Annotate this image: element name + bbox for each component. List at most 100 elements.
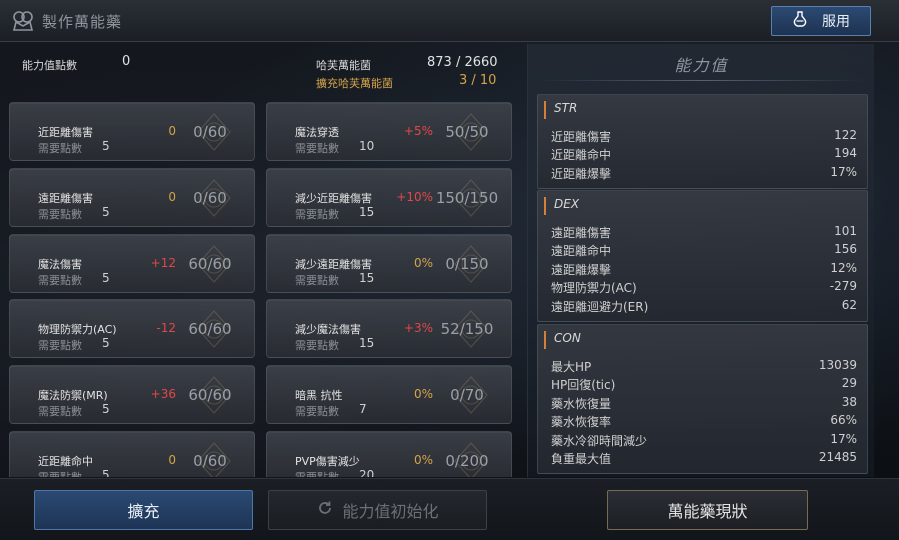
stat-row: 藥水恢復量 38 — [551, 395, 857, 413]
use-button[interactable]: 服用 — [771, 6, 871, 36]
required-points-label: 需要點數 — [295, 339, 339, 352]
title-bar: 製作萬能藥 服用 — [0, 0, 899, 42]
reset-stats-button[interactable]: 能力值初始化 — [268, 490, 487, 530]
stat-card-ratio: 0/60 — [193, 452, 227, 470]
stat-row: HP回復(tic) 29 — [551, 376, 857, 394]
stat-row-label: 最大HP — [551, 360, 592, 374]
expand-button-label: 擴充 — [127, 502, 160, 521]
stat-row: 物理防禦力(AC) -279 — [551, 279, 857, 297]
stat-row-value: 17% — [830, 431, 857, 446]
stat-section-heading: CON — [544, 331, 581, 349]
stat-card[interactable]: 減少魔法傷害 +3% 52/150 需要點數 15 — [266, 299, 512, 358]
stat-row: 近距離傷害 122 — [551, 128, 857, 146]
extend-count-value: 3 / 10 — [459, 73, 497, 88]
potion-status-label: 萬能藥現狀 — [667, 502, 748, 521]
potion-status-button[interactable]: 萬能藥現狀 — [607, 490, 808, 530]
stat-card[interactable]: 物理防禦力(AC) -12 60/60 需要點數 5 — [9, 299, 255, 358]
required-points-label: 需要點數 — [38, 208, 82, 221]
stat-row-label: 遠距離迴避力(ER) — [551, 299, 649, 314]
required-points-value: 5 — [102, 205, 110, 219]
stat-card[interactable]: 減少近距離傷害 +10% 150/150 需要點數 15 — [266, 168, 512, 227]
stat-row-value: 21485 — [818, 450, 857, 464]
required-points-label: 需要點數 — [295, 469, 339, 477]
stat-section-str: STR 近距離傷害 122 近距離命中 194 近距離爆擊 17% — [537, 94, 868, 190]
stat-card-ratio: 52/150 — [440, 320, 494, 338]
stat-card[interactable]: 魔法防禦(MR) +36 60/60 需要點數 5 — [9, 365, 255, 424]
required-points-value: 10 — [359, 139, 375, 153]
potion-icon — [792, 11, 808, 31]
stat-card-bonus: 0% — [413, 453, 433, 467]
refresh-icon — [316, 499, 334, 521]
stat-row-value: 12% — [830, 260, 857, 275]
expand-button[interactable]: 擴充 — [34, 490, 253, 530]
required-points-label: 需要點數 — [38, 142, 82, 155]
stat-row-value: 62 — [841, 297, 857, 312]
stat-row-label: 藥水恢復率 — [551, 415, 612, 430]
craft-potion-window: 製作萬能藥 服用 能力值點數 0 哈芙萬能菌 873 / 2660 擴充哈芙萬能… — [0, 0, 899, 540]
stat-row-value: 122 — [834, 128, 857, 142]
stat-card-bonus: 0% — [413, 387, 433, 401]
stat-card-name: PVP傷害減少 — [295, 455, 360, 468]
stat-row-value: 38 — [841, 394, 857, 409]
stat-section-heading: DEX — [544, 197, 579, 215]
stat-row: 藥水冷卻時間減少 17% — [551, 432, 857, 450]
stat-card[interactable]: 遠距離傷害 0 0/60 需要點數 5 — [9, 168, 255, 227]
stat-row-label: HP回復(tic) — [551, 378, 616, 393]
use-button-label: 服用 — [822, 14, 850, 30]
stat-row: 藥水恢復率 66% — [551, 413, 857, 431]
stat-card-name: 魔法防禦(MR) — [38, 389, 108, 402]
required-points-label: 需要點數 — [38, 405, 82, 418]
stat-card-ratio: 50/50 — [445, 123, 489, 141]
stat-row-label: 遠距離爆擊 — [551, 262, 612, 277]
stat-section-heading: STR — [544, 101, 577, 119]
required-points-value: 7 — [359, 402, 367, 416]
stat-card-name: 減少遠距離傷害 — [295, 258, 372, 271]
stat-card-grid[interactable]: 近距離傷害 0 0/60 需要點數 5 魔法穿透 +5% 50/50 需要點數 10 遠距離傷害 0 0… — [0, 92, 525, 477]
stat-row: 遠距離爆擊 12% — [551, 261, 857, 279]
stat-card-ratio: 0/60 — [193, 123, 227, 141]
stat-card-name: 暗黑 抗性 — [295, 389, 343, 402]
stat-card-ratio: 60/60 — [188, 255, 232, 273]
required-points-value: 20 — [359, 468, 375, 477]
stat-row: 近距離命中 194 — [551, 146, 857, 164]
required-points-value: 5 — [102, 139, 110, 153]
stat-row-label: 負重最大值 — [551, 452, 612, 466]
stat-row: 遠距離命中 156 — [551, 242, 857, 260]
stat-card-ratio: 0/200 — [445, 452, 489, 470]
stat-card[interactable]: 暗黑 抗性 0% 0/70 需要點數 7 — [266, 365, 512, 424]
stat-card[interactable]: PVP傷害減少 0% 0/200 需要點數 20 — [266, 431, 512, 477]
stat-card-ratio: 60/60 — [188, 386, 232, 404]
stat-card[interactable]: 減少遠距離傷害 0% 0/150 需要點數 15 — [266, 234, 512, 293]
stat-card-ratio: 60/60 — [188, 320, 232, 338]
required-points-value: 15 — [359, 205, 375, 219]
crown-icon — [10, 8, 36, 34]
stat-row-value: -279 — [829, 279, 857, 294]
stat-card[interactable]: 近距離傷害 0 0/60 需要點數 5 — [9, 102, 255, 161]
stat-row-value: 17% — [830, 164, 857, 179]
stat-row-value: 13039 — [818, 358, 857, 372]
stat-card[interactable]: 近距離命中 0 0/60 需要點數 5 — [9, 431, 255, 477]
stat-card-bonus: 0 — [168, 190, 176, 204]
stat-card[interactable]: 魔法穿透 +5% 50/50 需要點數 10 — [266, 102, 512, 161]
stat-card-bonus: 0% — [413, 256, 433, 270]
stat-card-bonus: +36 — [150, 387, 176, 401]
stat-row-label: 近距離命中 — [551, 148, 612, 163]
required-points-value: 5 — [102, 271, 110, 285]
required-points-value: 5 — [102, 336, 110, 350]
required-points-label: 需要點數 — [295, 208, 339, 221]
extend-count-label: 擴充哈芙萬能菌 — [316, 77, 393, 90]
stat-card-bonus: +10% — [396, 190, 433, 204]
stat-row-value: 29 — [841, 376, 857, 391]
required-points-label: 需要點數 — [295, 405, 339, 418]
stat-row-label: 近距離傷害 — [551, 130, 612, 144]
stat-card-name: 減少近距離傷害 — [295, 192, 372, 205]
stat-row-value: 101 — [834, 224, 857, 238]
stat-row-label: 藥水恢復量 — [551, 396, 612, 411]
potion-count-label: 哈芙萬能菌 — [316, 59, 371, 72]
required-points-label: 需要點數 — [295, 142, 339, 155]
stat-row: 遠距離迴避力(ER) 62 — [551, 298, 857, 316]
stat-row-value: 66% — [830, 413, 857, 428]
stat-row: 負重最大值 21485 — [551, 450, 857, 468]
required-points-value: 5 — [102, 402, 110, 416]
stat-card[interactable]: 魔法傷害 +12 60/60 需要點數 5 — [9, 234, 255, 293]
